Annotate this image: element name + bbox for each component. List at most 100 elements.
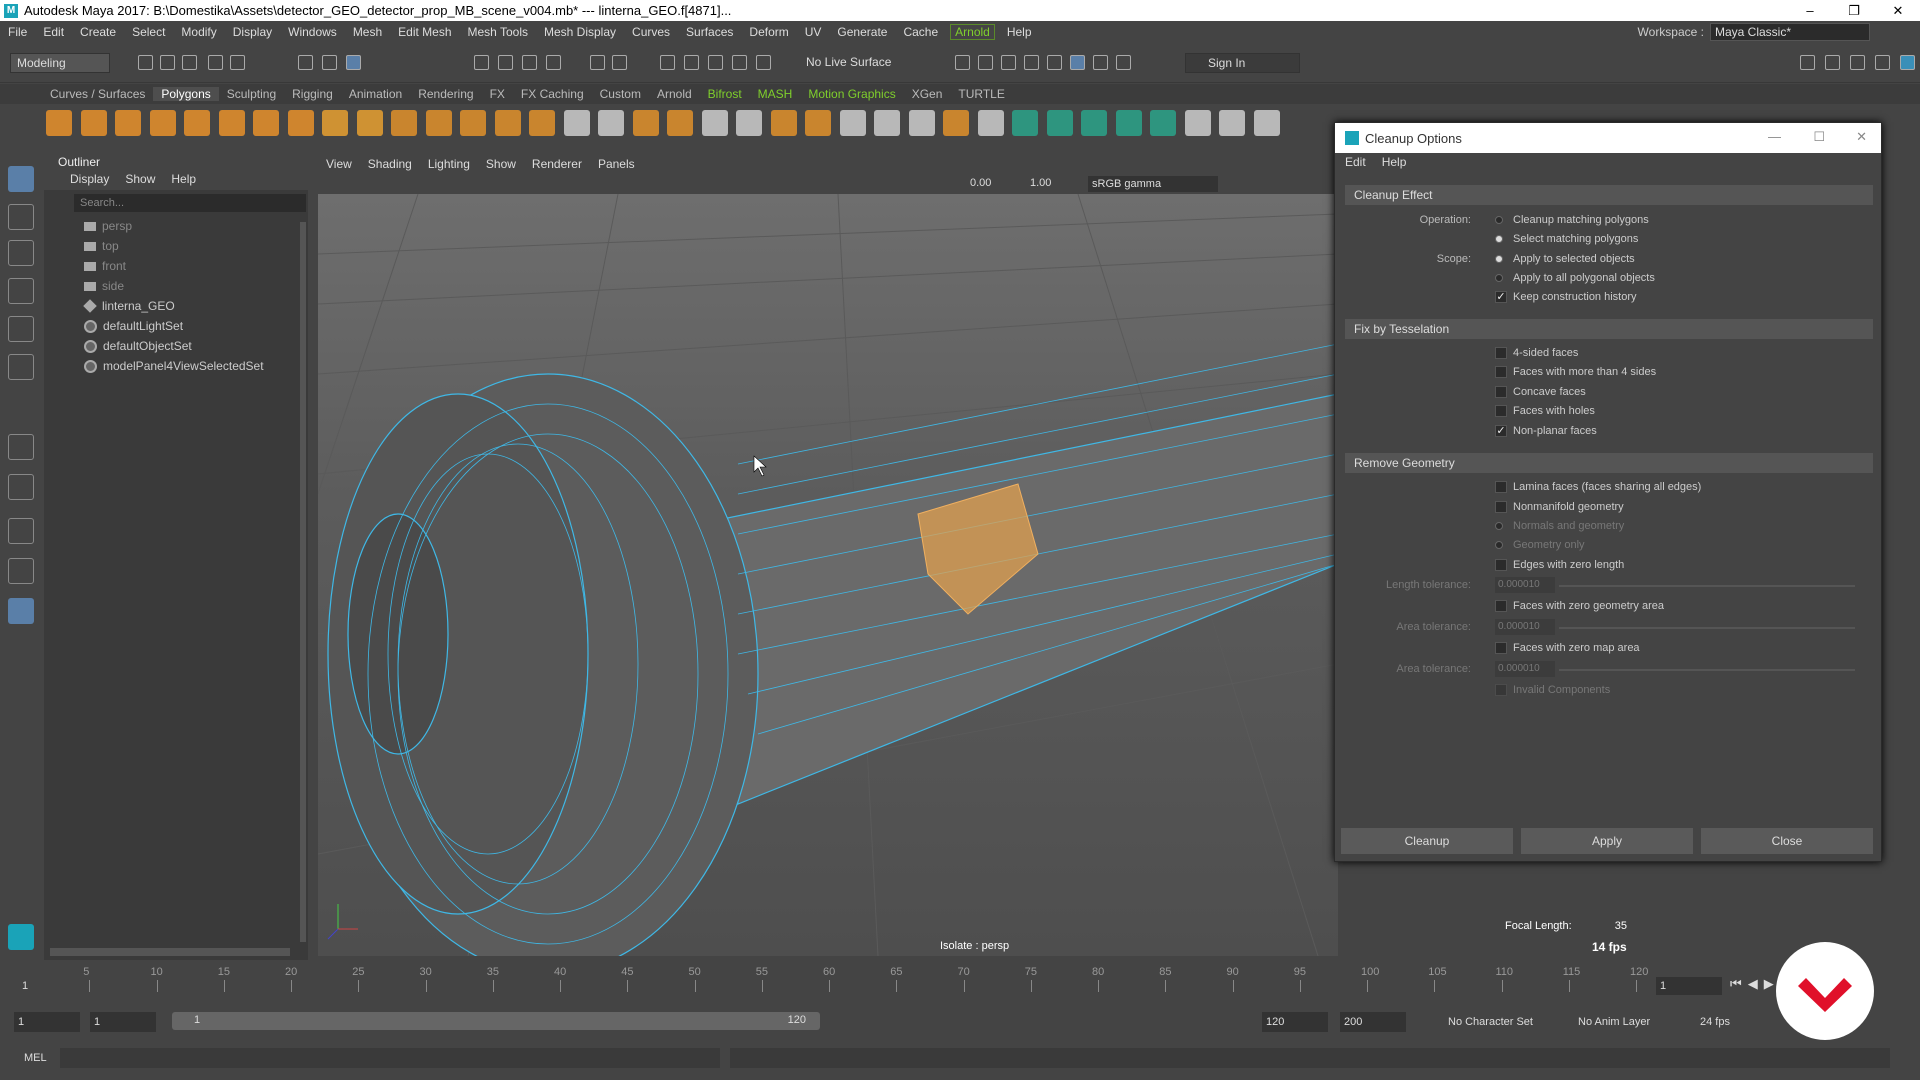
- scale-tool-icon[interactable]: [8, 354, 34, 380]
- playback-end-field[interactable]: 120: [1262, 1012, 1328, 1032]
- exposure-field[interactable]: 0.00: [970, 177, 991, 189]
- menu-cache[interactable]: Cache: [895, 25, 946, 39]
- checkbox-concave[interactable]: [1495, 386, 1507, 398]
- viewport-menu-show[interactable]: Show: [478, 157, 524, 171]
- radio-normals-geometry[interactable]: [1495, 522, 1503, 530]
- menu-curves[interactable]: Curves: [624, 25, 678, 39]
- remove-geometry-header[interactable]: Remove Geometry: [1345, 453, 1873, 473]
- rotate-tool-icon[interactable]: [8, 316, 34, 342]
- shelf-tool-7-icon[interactable]: [253, 110, 279, 136]
- mel-label[interactable]: MEL: [24, 1052, 47, 1064]
- redo-icon[interactable]: [230, 55, 245, 70]
- single-pane-icon[interactable]: [8, 518, 34, 544]
- shelf-tab-xgen[interactable]: XGen: [904, 87, 951, 101]
- character-set-dropdown[interactable]: No Character Set: [1448, 1016, 1533, 1028]
- checkbox-invalid-components[interactable]: [1495, 684, 1507, 696]
- shelf-tool-17-icon[interactable]: [598, 110, 624, 136]
- menu-mesh-tools[interactable]: Mesh Tools: [460, 25, 536, 39]
- shelf-tab-rigging[interactable]: Rigging: [284, 87, 341, 101]
- shelf-tool-35-icon[interactable]: [1219, 110, 1245, 136]
- arnold-ipr-icon[interactable]: [1093, 55, 1108, 70]
- shelf-tab-custom[interactable]: Custom: [592, 87, 649, 101]
- soft-select-icon[interactable]: [8, 474, 34, 500]
- two-pane-icon[interactable]: [8, 558, 34, 584]
- radio-geometry-only[interactable]: [1495, 541, 1503, 549]
- perspective-viewport[interactable]: [318, 194, 1338, 956]
- menu-deform[interactable]: Deform: [741, 25, 796, 39]
- outliner-item[interactable]: front: [44, 256, 308, 276]
- close-button[interactable]: Close: [1701, 828, 1873, 854]
- save-scene-icon[interactable]: [182, 55, 197, 70]
- shelf-tab-fx[interactable]: FX: [482, 87, 513, 101]
- viewport-menu-panels[interactable]: Panels: [590, 157, 643, 171]
- shelf-tool-13-icon[interactable]: [460, 110, 486, 136]
- shelf-tool-14-icon[interactable]: [494, 110, 521, 136]
- shelf-tool-22-icon[interactable]: [770, 110, 797, 136]
- outliner-item[interactable]: defaultObjectSet: [44, 336, 308, 356]
- shelf-tool-27-icon[interactable]: [943, 110, 969, 136]
- checkbox-more-than-4[interactable]: [1495, 366, 1507, 378]
- playback-start-field[interactable]: 1: [90, 1012, 156, 1032]
- select-tool-icon[interactable]: [8, 166, 34, 192]
- shelf-tool-36-icon[interactable]: [1253, 110, 1280, 136]
- menu-uv[interactable]: UV: [797, 25, 830, 39]
- checkbox-zero-map-area[interactable]: [1495, 642, 1507, 654]
- shelf-tool-9-icon[interactable]: [322, 110, 348, 136]
- minimize-icon[interactable]: —: [1768, 129, 1781, 144]
- panel-layout-icon[interactable]: [1800, 55, 1815, 70]
- shelf-tool-5-icon[interactable]: [184, 110, 210, 136]
- snap-curve-icon[interactable]: [498, 55, 513, 70]
- viewport-menu-renderer[interactable]: Renderer: [524, 157, 590, 171]
- hypershade-icon[interactable]: [1047, 55, 1062, 70]
- shelf-tab-bifrost[interactable]: Bifrost: [700, 87, 750, 101]
- shelf-tab-curves-surfaces[interactable]: Curves / Surfaces: [42, 87, 153, 101]
- render-settings-icon[interactable]: [1024, 55, 1039, 70]
- tool-settings-icon[interactable]: [1875, 55, 1890, 70]
- tesselation-header[interactable]: Fix by Tesselation: [1345, 319, 1873, 339]
- outliner-layout-icon[interactable]: [8, 598, 34, 624]
- shelf-tool-11-icon[interactable]: [391, 110, 417, 136]
- cleanup-button[interactable]: Cleanup: [1341, 828, 1513, 854]
- checkbox-zero-length[interactable]: [1495, 559, 1507, 571]
- viewport-menu-shading[interactable]: Shading: [360, 157, 420, 171]
- menu-display[interactable]: Display: [225, 25, 280, 39]
- shelf-tab-mash[interactable]: MASH: [750, 87, 801, 101]
- menu-help[interactable]: Help: [999, 25, 1040, 39]
- shelf-tool-1-icon[interactable]: [46, 110, 72, 136]
- shelf-tool-24-icon[interactable]: [839, 110, 866, 136]
- shelf-tool-19-icon[interactable]: [667, 110, 693, 136]
- shelf-tool-12-icon[interactable]: [425, 110, 452, 136]
- shelf-tab-arnold[interactable]: Arnold: [649, 87, 700, 101]
- fps-dropdown[interactable]: 24 fps: [1700, 1016, 1730, 1028]
- menu-create[interactable]: Create: [72, 25, 124, 39]
- shelf-tool-10-icon[interactable]: [356, 110, 383, 136]
- map-tolerance-field[interactable]: 0.000010: [1495, 661, 1555, 677]
- select-component-icon[interactable]: [346, 55, 361, 70]
- menu-surfaces[interactable]: Surfaces: [678, 25, 741, 39]
- radio-scope-all[interactable]: [1495, 274, 1503, 282]
- snap-view-icon[interactable]: [546, 55, 561, 70]
- shelf-tool-8-icon[interactable]: [287, 110, 314, 136]
- render-view-icon[interactable]: [955, 55, 970, 70]
- input-ops-icon[interactable]: [708, 55, 723, 70]
- shelf-tool-31-icon[interactable]: [1081, 110, 1107, 136]
- undo-icon[interactable]: [208, 55, 223, 70]
- dialog-menu-help[interactable]: Help: [1382, 155, 1407, 171]
- shelf-tab-fx-caching[interactable]: FX Caching: [513, 87, 592, 101]
- apply-button[interactable]: Apply: [1521, 828, 1693, 854]
- outliner-item[interactable]: defaultLightSet: [44, 316, 308, 336]
- menu-modify[interactable]: Modify: [173, 25, 224, 39]
- shelf-tab-animation[interactable]: Animation: [341, 87, 410, 101]
- menu-select[interactable]: Select: [124, 25, 173, 39]
- outliner-item[interactable]: linterna_GEO: [44, 296, 308, 316]
- outliner-scrollbar[interactable]: [300, 222, 306, 942]
- outliner-search-input[interactable]: Search...: [74, 194, 306, 212]
- current-frame-field[interactable]: 1: [1656, 977, 1722, 995]
- checkbox-lamina[interactable]: [1495, 481, 1507, 493]
- radio-cleanup-matching[interactable]: [1495, 216, 1503, 224]
- dialog-menu-edit[interactable]: Edit: [1345, 155, 1366, 171]
- cleanup-effect-header[interactable]: Cleanup Effect: [1345, 185, 1873, 205]
- sign-in-button[interactable]: Sign In: [1185, 53, 1300, 73]
- shelf-tool-23-icon[interactable]: [805, 110, 831, 136]
- ipr-render-icon[interactable]: [1001, 55, 1016, 70]
